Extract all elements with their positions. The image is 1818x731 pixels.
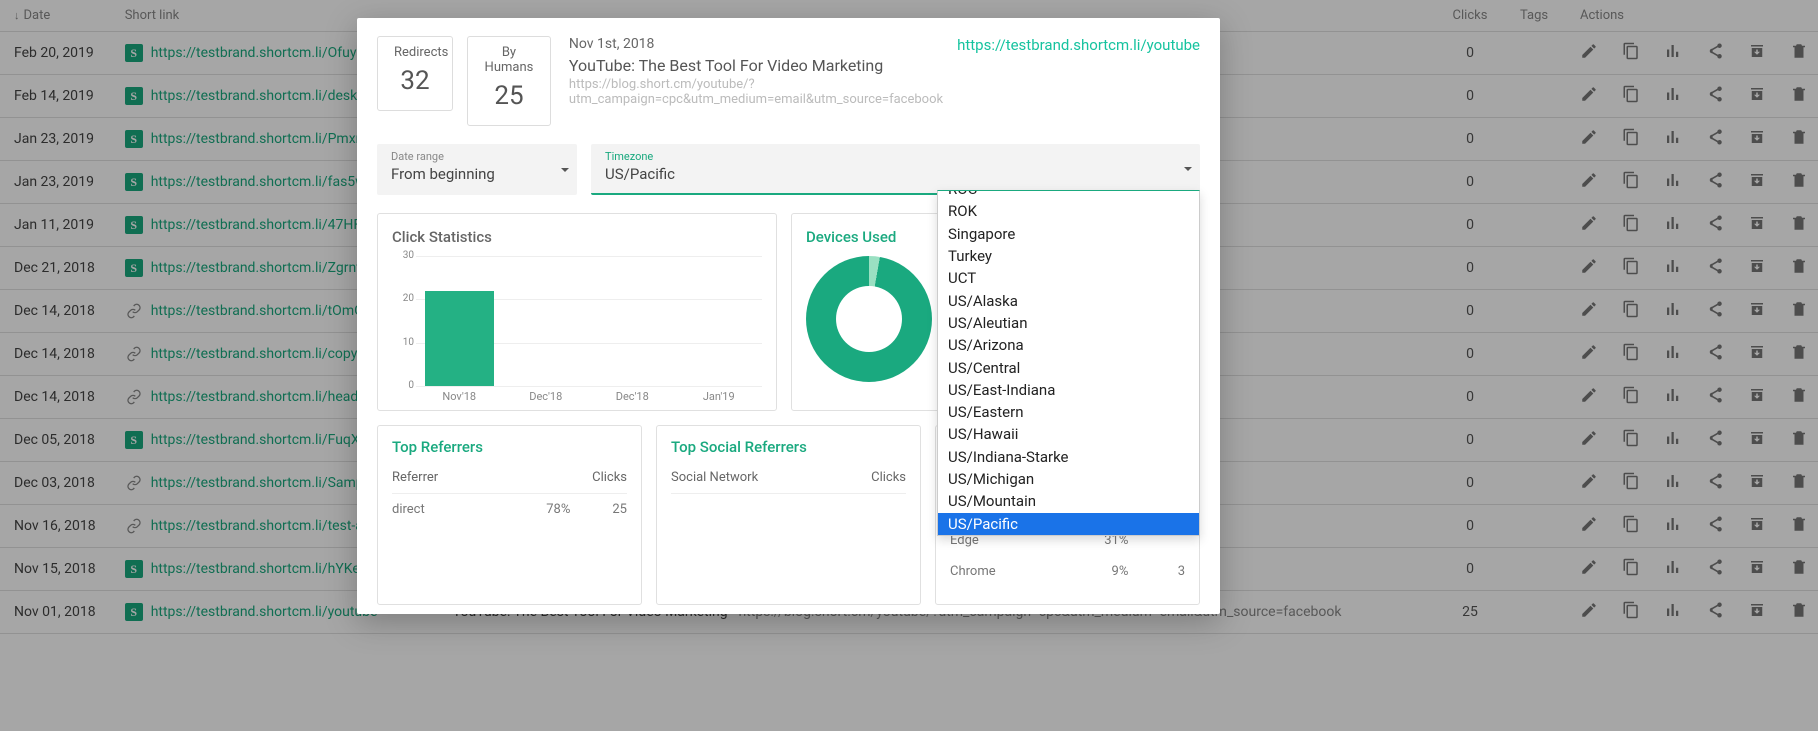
timezone-option[interactable]: UCT xyxy=(938,267,1199,289)
humans-value: 25 xyxy=(484,81,534,111)
caret-down-icon xyxy=(561,168,569,172)
redirects-value: 32 xyxy=(394,66,436,96)
timezone-option[interactable]: US/Eastern xyxy=(938,401,1199,423)
stats-modal: Redirects 32 By Humans 25 Nov 1st, 2018 … xyxy=(357,18,1220,614)
timezone-option[interactable]: US/Alaska xyxy=(938,290,1199,312)
timezone-select[interactable]: Timezone US/Pacific xyxy=(591,144,1200,195)
daterange-value: From beginning xyxy=(391,165,565,183)
referrer-header: Referrer xyxy=(392,470,557,485)
modal-date: Nov 1st, 2018 xyxy=(569,36,943,52)
timezone-option[interactable]: US/Aleutian xyxy=(938,312,1199,334)
data-row: direct78%25 xyxy=(392,494,627,525)
redirects-stat: Redirects 32 xyxy=(377,36,453,111)
x-tick: Dec'18 xyxy=(503,390,590,403)
timezone-dropdown[interactable]: Pacific/WallisPacific/YapPolandPortugalR… xyxy=(937,190,1200,536)
timezone-label: Timezone xyxy=(605,150,1188,163)
modal-short-link[interactable]: https://testbrand.shortcm.li/youtube xyxy=(957,36,1200,54)
clicks-header: Clicks xyxy=(557,470,628,485)
timezone-option[interactable]: Turkey xyxy=(938,245,1199,267)
x-tick: Dec'18 xyxy=(589,390,676,403)
x-tick: Jan'19 xyxy=(676,390,763,403)
daterange-label: Date range xyxy=(391,150,565,163)
social-header: Social Network xyxy=(671,470,836,485)
chart-bar xyxy=(425,291,494,386)
timezone-option[interactable]: US/Indiana-Starke xyxy=(938,446,1199,468)
humans-label: By Humans xyxy=(484,45,534,75)
x-tick: Nov'18 xyxy=(416,390,503,403)
top-referrers-card: Top Referrers ReferrerClicks direct78%25 xyxy=(377,425,642,605)
timezone-option[interactable]: US/Central xyxy=(938,357,1199,379)
timezone-option[interactable]: US/Mountain xyxy=(938,490,1199,512)
click-stats-title: Click Statistics xyxy=(392,228,762,246)
y-tick: 0 xyxy=(394,380,414,391)
top-social-card: Top Social Referrers Social NetworkClick… xyxy=(656,425,921,605)
devices-donut-chart xyxy=(806,256,932,382)
click-stats-chart: 0102030 xyxy=(416,256,762,386)
top-social-title: Top Social Referrers xyxy=(671,438,906,456)
timezone-option[interactable]: ROC xyxy=(938,191,1199,200)
modal-title: YouTube: The Best Tool For Video Marketi… xyxy=(569,56,943,75)
timezone-option[interactable]: US/Pacific xyxy=(938,513,1199,535)
redirects-label: Redirects xyxy=(394,45,436,60)
humans-stat: By Humans 25 xyxy=(467,36,551,126)
daterange-select[interactable]: Date range From beginning xyxy=(377,144,577,195)
timezone-option[interactable]: US/Arizona xyxy=(938,334,1199,356)
timezone-option[interactable]: US/Hawaii xyxy=(938,423,1199,445)
timezone-option[interactable]: US/Michigan xyxy=(938,468,1199,490)
timezone-value: US/Pacific xyxy=(605,165,1188,183)
data-row: Chrome9%3 xyxy=(950,556,1185,587)
modal-long-url: https://blog.short.cm/youtube/?utm_campa… xyxy=(569,77,943,107)
y-tick: 20 xyxy=(394,293,414,304)
timezone-option[interactable]: Singapore xyxy=(938,223,1199,245)
clicks-header: Clicks xyxy=(836,470,907,485)
top-referrers-title: Top Referrers xyxy=(392,438,627,456)
timezone-option[interactable]: ROK xyxy=(938,200,1199,222)
caret-down-icon xyxy=(1184,167,1192,171)
click-statistics-card: Click Statistics 0102030 Nov'18Dec'18Dec… xyxy=(377,213,777,411)
y-tick: 10 xyxy=(394,337,414,348)
y-tick: 30 xyxy=(394,250,414,261)
timezone-option[interactable]: US/East-Indiana xyxy=(938,379,1199,401)
